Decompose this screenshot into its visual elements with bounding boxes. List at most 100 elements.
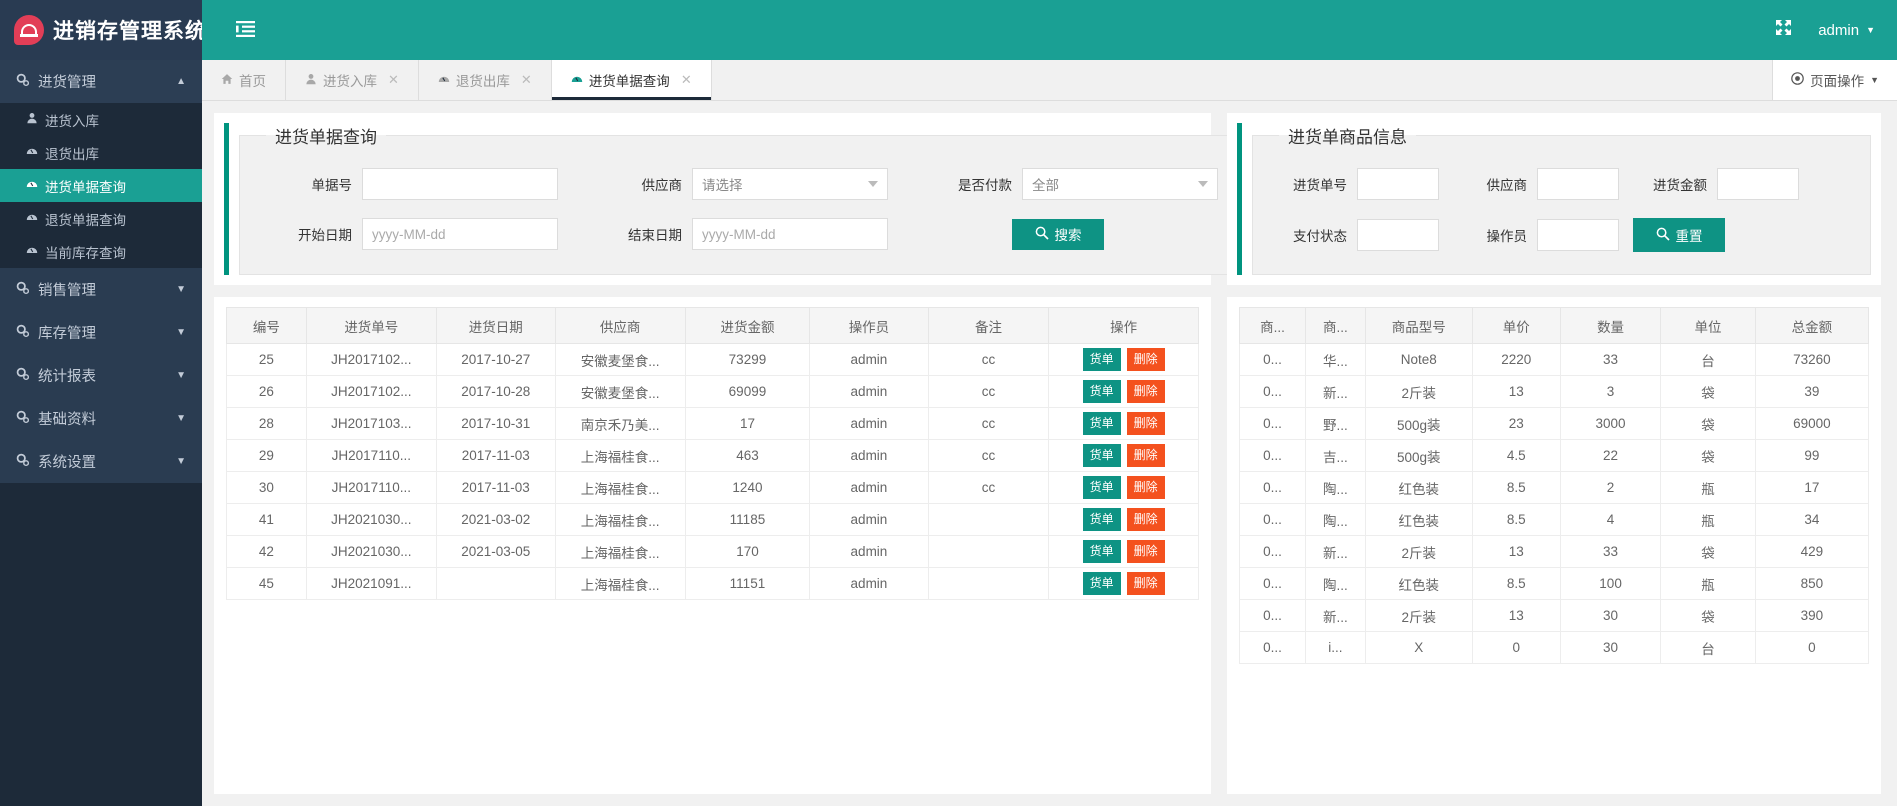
detail-amount-input[interactable] (1717, 168, 1799, 200)
sidebar-group-1[interactable]: 销售管理 ▼ (0, 268, 202, 311)
orders-cell-remark: cc (927, 407, 1050, 440)
orders-cell-operator: admin (809, 471, 929, 504)
table-row[interactable]: 29 JH2017110... 2017-11-03 上海福桂食... 463 admin… (226, 439, 1199, 472)
delete-button[interactable]: 删除 (1126, 380, 1165, 403)
table-row[interactable]: 0... 新... 2斤装 13 33 袋 429 (1238, 535, 1870, 568)
speedometer-logo-icon (14, 15, 44, 45)
table-row[interactable]: 0... 陶... 红色装 8.5 2 瓶 17 (1238, 471, 1870, 504)
end-date-input[interactable] (692, 218, 888, 250)
tab-首页[interactable]: 首页 (202, 60, 286, 100)
search-button[interactable]: 搜索 (1012, 218, 1104, 250)
sidebar-item-退货单据查询[interactable]: 退货单据查询 (0, 202, 202, 235)
left-column: 进货单据查询 单据号 供应商 请选择 是否付款 全部 开始日期 yyyy-MM-… (214, 113, 1235, 794)
doc-no-input[interactable] (362, 168, 558, 200)
view-goods-order-button[interactable]: 货单 (1082, 572, 1121, 595)
goods-cell-total: 34 (1754, 503, 1870, 536)
sidebar-group-4[interactable]: 基础资料 ▼ (0, 397, 202, 440)
sidebar-group-5[interactable]: 系统设置 ▼ (0, 440, 202, 483)
sidebar-item-进货入库[interactable]: 进货入库 (0, 103, 202, 136)
orders-cell-id: 25 (226, 343, 307, 376)
close-icon[interactable]: ✕ (681, 72, 692, 88)
tab-进货入库[interactable]: 进货入库 ✕ (286, 60, 419, 100)
table-row[interactable]: 0... 华... Note8 2220 33 台 73260 (1238, 343, 1870, 376)
view-goods-order-button[interactable]: 货单 (1082, 476, 1121, 499)
orders-cell-supplier: 上海福桂食... (554, 567, 686, 600)
paid-select[interactable]: 全部 (1022, 168, 1218, 200)
goods-cell-price: 2220 (1471, 343, 1561, 376)
menu-indent-icon[interactable] (236, 21, 258, 39)
table-row[interactable]: 0... 吉... 500g装 4.5 22 袋 99 (1238, 439, 1870, 472)
delete-button[interactable]: 删除 (1126, 444, 1165, 467)
orders-cell-supplier: 上海福桂食... (554, 439, 686, 472)
reset-button[interactable]: 重置 (1633, 218, 1725, 252)
goods-cell-c0: 0... (1238, 471, 1307, 504)
table-row[interactable]: 0... 陶... 红色装 8.5 100 瓶 850 (1238, 567, 1870, 600)
sidebar-item-当前库存查询[interactable]: 当前库存查询 (0, 235, 202, 268)
start-date-input[interactable] (362, 218, 558, 250)
page-operations-button[interactable]: 页面操作 ▼ (1772, 60, 1897, 100)
view-goods-order-button[interactable]: 货单 (1082, 380, 1121, 403)
table-row[interactable]: 25 JH2017102... 2017-10-27 安徽麦堡食... 73299 adm… (226, 343, 1199, 376)
view-goods-order-button[interactable]: 货单 (1082, 508, 1121, 531)
chevron-down-icon (1198, 181, 1208, 187)
detail-supplier-input[interactable] (1537, 168, 1619, 200)
table-row[interactable]: 28 JH2017103... 2017-10-31 南京禾乃美... 17 admin c… (226, 407, 1199, 440)
close-icon[interactable]: ✕ (521, 72, 532, 88)
delete-button[interactable]: 删除 (1126, 540, 1165, 563)
search-panel-legend: 进货单据查询 (275, 128, 377, 147)
sidebar-item-退货出库[interactable]: 退货出库 (0, 136, 202, 169)
reset-button-label: 重置 (1675, 229, 1703, 244)
view-goods-order-button[interactable]: 货单 (1082, 348, 1121, 371)
table-row[interactable]: 26 JH2017102... 2017-10-28 安徽麦堡食... 69099 adm… (226, 375, 1199, 408)
orders-cell-date: 2017-11-03 (435, 439, 556, 472)
orders-col-header: 进货单号 (305, 307, 437, 344)
table-row[interactable]: 0... 陶... 红色装 8.5 4 瓶 34 (1238, 503, 1870, 536)
user-menu[interactable]: admin ▼ (1818, 22, 1875, 39)
orders-cell-actions: 货单 删除 (1048, 375, 1199, 408)
close-icon[interactable]: ✕ (388, 72, 399, 88)
gears-icon (16, 367, 30, 384)
goods-col-header: 总金额 (1754, 307, 1870, 344)
delete-button[interactable]: 删除 (1126, 508, 1165, 531)
orders-table-body: 25 JH2017102... 2017-10-27 安徽麦堡食... 73299 adm… (226, 343, 1199, 600)
goods-cell-c1: 野... (1305, 407, 1366, 440)
table-row[interactable]: 45 JH2021091... 上海福桂食... 11151 admin 货单 删除 (226, 567, 1199, 600)
fullscreen-icon[interactable] (1775, 19, 1792, 41)
orders-cell-supplier: 南京禾乃美... (554, 407, 686, 440)
view-goods-order-button[interactable]: 货单 (1082, 412, 1121, 435)
order-no-input[interactable] (1357, 168, 1439, 200)
sidebar-group-2[interactable]: 库存管理 ▼ (0, 311, 202, 354)
sidebar: 进销存管理系统 进货管理 ▲ 进货入库 退货出库 进货单据查询 退货单据查询 当前库存查询销… (0, 0, 206, 806)
table-row[interactable]: 0... 野... 500g装 23 3000 袋 69000 (1238, 407, 1870, 440)
table-row[interactable]: 30 JH2017110... 2017-11-03 上海福桂食... 1240 admi… (226, 471, 1199, 504)
sidebar-item-进货单据查询[interactable]: 进货单据查询 (0, 169, 202, 202)
goods-cell-total: 0 (1754, 631, 1870, 664)
delete-button[interactable]: 删除 (1126, 476, 1165, 499)
table-row[interactable]: 0... 新... 2斤装 13 3 袋 39 (1238, 375, 1870, 408)
detail-row-1: 进货单号 供应商 进货金额 (1269, 168, 1854, 200)
table-row[interactable]: 0... 新... 2斤装 13 30 袋 390 (1238, 599, 1870, 632)
detail-operator-input[interactable] (1537, 219, 1619, 251)
orders-table-panel: 编号 进货单号 进货日期 供应商 进货金额 操作员 备注 操作 25 JH2017102... 2… (214, 297, 1211, 794)
sidebar-group-0[interactable]: 进货管理 ▲ (0, 60, 202, 103)
detail-panel-legend: 进货单商品信息 (1288, 128, 1407, 147)
view-goods-order-button[interactable]: 货单 (1082, 540, 1121, 563)
gears-icon (16, 453, 30, 470)
tab-进货单据查询[interactable]: 进货单据查询 ✕ (551, 60, 712, 100)
delete-button[interactable]: 删除 (1126, 412, 1165, 435)
goods-cell-c1: 陶... (1305, 503, 1366, 536)
goods-cell-model: X (1364, 631, 1473, 664)
sidebar-item-label: 当前库存查询 (45, 245, 126, 261)
orders-cell-supplier: 安徽麦堡食... (554, 343, 686, 376)
supplier-select[interactable]: 请选择 (692, 168, 888, 200)
table-row[interactable]: 42 JH2021030... 2021-03-05 上海福桂食... 170 admin… (226, 535, 1199, 568)
goods-cell-qty: 33 (1559, 535, 1662, 568)
delete-button[interactable]: 删除 (1126, 348, 1165, 371)
table-row[interactable]: 0... i... X 0 30 台 0 (1238, 631, 1870, 664)
sidebar-group-3[interactable]: 统计报表 ▼ (0, 354, 202, 397)
table-row[interactable]: 41 JH2021030... 2021-03-02 上海福桂食... 11185 adm… (226, 503, 1199, 536)
view-goods-order-button[interactable]: 货单 (1082, 444, 1121, 467)
tab-退货出库[interactable]: 退货出库 ✕ (418, 60, 552, 100)
delete-button[interactable]: 删除 (1126, 572, 1165, 595)
pay-status-input[interactable] (1357, 219, 1439, 251)
